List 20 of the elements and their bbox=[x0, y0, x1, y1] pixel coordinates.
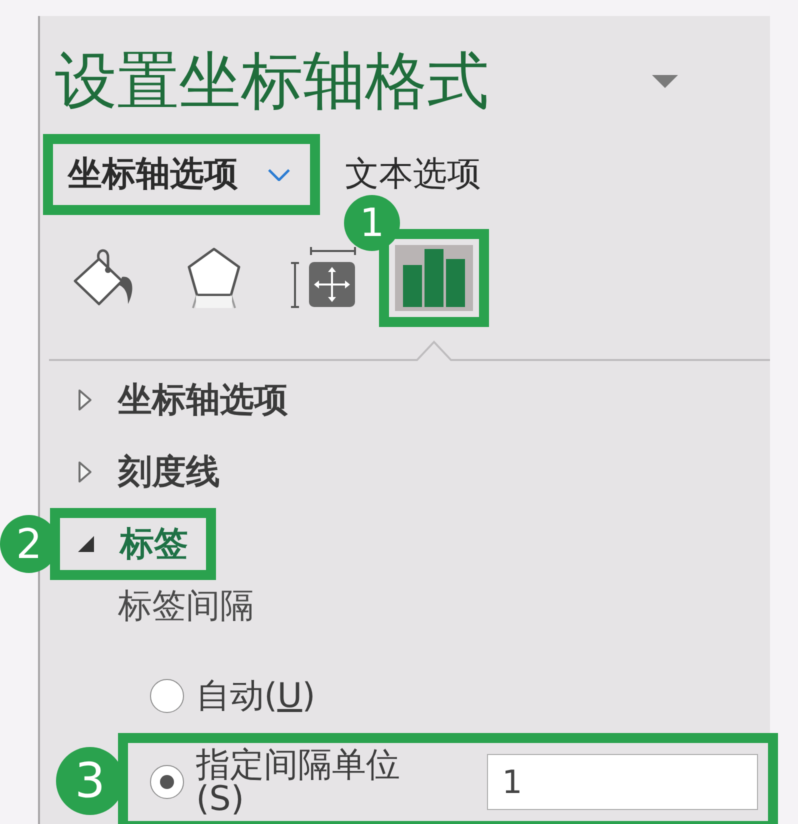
pentagon-icon bbox=[186, 246, 242, 310]
caret-down-icon bbox=[78, 536, 94, 552]
tab[interactable]: 坐标轴选项 bbox=[53, 144, 310, 205]
radio-button[interactable] bbox=[150, 679, 184, 713]
group-heading: 标签间隔 bbox=[118, 588, 254, 625]
caret-right-icon bbox=[78, 389, 92, 411]
radio-button[interactable] bbox=[150, 765, 184, 799]
size-arrows-icon bbox=[289, 247, 359, 309]
section-header[interactable]: 坐标轴选项 bbox=[60, 374, 306, 426]
section-header[interactable]: 标签 bbox=[60, 518, 206, 570]
radio-label[interactable]: 自动(U) bbox=[196, 676, 316, 716]
pane-title: 设置坐标轴格式 bbox=[55, 48, 489, 114]
caret-down-icon bbox=[652, 74, 678, 88]
caret-right-icon bbox=[78, 461, 92, 483]
chevron-down-icon bbox=[268, 168, 290, 180]
bar-chart-icon bbox=[403, 249, 465, 307]
radio-label[interactable]: 指定间隔单位(S) bbox=[196, 748, 408, 816]
interval-input[interactable]: 1 bbox=[487, 754, 758, 810]
section-header[interactable]: 刻度线 bbox=[60, 446, 238, 498]
callout-number: 1 bbox=[344, 195, 400, 251]
